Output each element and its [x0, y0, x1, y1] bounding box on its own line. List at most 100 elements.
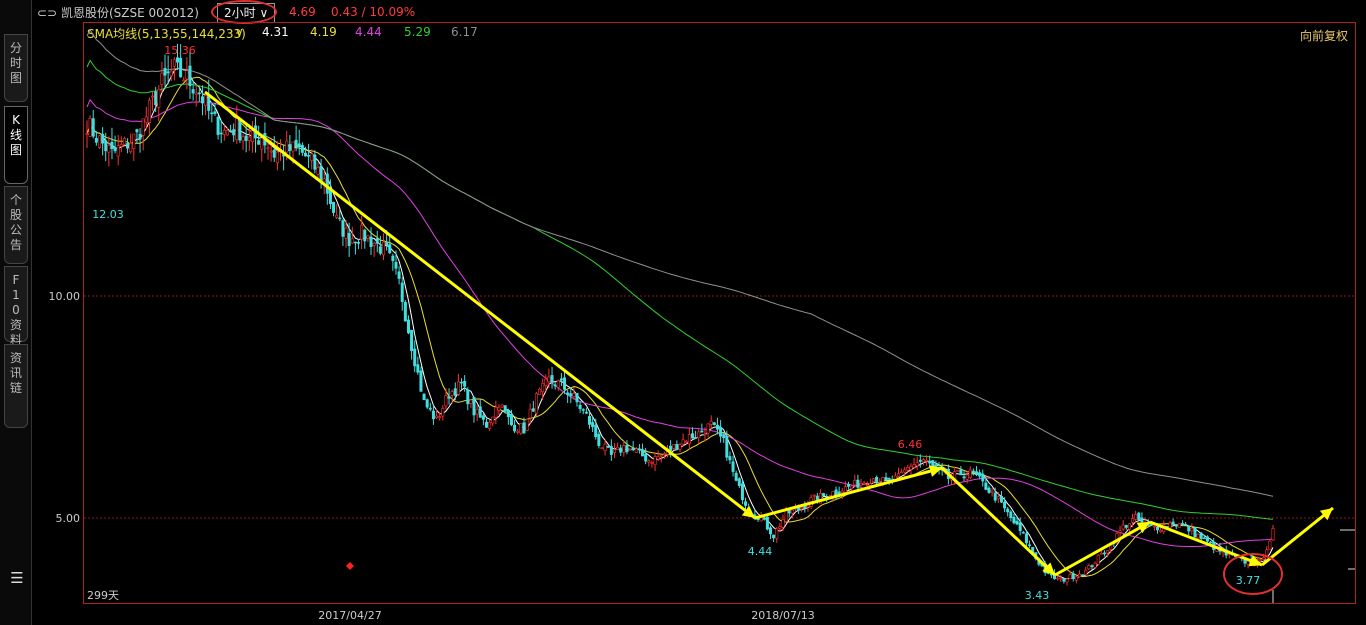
candle-body	[191, 89, 195, 94]
peak-label-2: 6.46	[898, 438, 923, 451]
candle-body	[837, 491, 841, 495]
candle-body	[1199, 532, 1203, 539]
candle-body	[722, 434, 726, 439]
candle-body	[575, 392, 579, 403]
candle-body	[662, 453, 666, 455]
candle-body	[332, 202, 336, 213]
candle-body	[616, 446, 620, 450]
sma-line-233	[86, 28, 1274, 497]
candle-body	[516, 430, 520, 433]
candle-body	[856, 479, 860, 488]
x-tick-label: 2017/04/27	[318, 609, 381, 622]
candle-body	[428, 407, 432, 410]
trend-arrow-line	[940, 466, 1057, 577]
candle-body	[1174, 525, 1178, 527]
candle-body	[210, 112, 214, 115]
candle-body	[1196, 534, 1200, 539]
candle-body	[962, 476, 966, 479]
candle-body	[1093, 562, 1097, 568]
candle-body	[519, 423, 523, 434]
candle-body	[974, 471, 978, 476]
candle-body	[144, 116, 148, 123]
candle-body	[135, 129, 139, 133]
candle-body	[1131, 518, 1135, 523]
candle-body	[363, 229, 367, 242]
candle-body	[122, 138, 126, 145]
candle-body	[778, 526, 782, 529]
candle-body	[700, 430, 704, 433]
candle-body	[762, 518, 766, 520]
candle-body	[566, 392, 570, 395]
candle-body	[865, 484, 869, 487]
candle-body	[481, 415, 485, 420]
candle-body	[612, 449, 616, 454]
candle-body	[484, 421, 488, 428]
candle-body	[1028, 544, 1032, 547]
candle-body	[88, 117, 92, 137]
candle-body	[438, 416, 442, 418]
low-label-3: 3.77	[1236, 574, 1261, 587]
kline-chart[interactable]: 10.00 5.00 2017/04/27 2018/07/13 15.36 12.03 4…	[0, 0, 1366, 625]
candle-body	[1187, 525, 1191, 532]
candle-body	[204, 95, 208, 106]
candle-body	[653, 456, 657, 466]
candle-body	[862, 482, 866, 485]
candle-body	[431, 410, 435, 420]
candle-body	[503, 405, 507, 412]
trend-arrow-line	[1149, 520, 1263, 567]
days-label: 299天	[87, 589, 119, 602]
candle-body	[553, 384, 557, 387]
candle-body	[847, 484, 851, 487]
candle-body	[413, 348, 417, 367]
candle-body	[987, 487, 991, 493]
candle-body	[1006, 508, 1010, 513]
candle-body	[744, 501, 748, 506]
candle-body	[544, 378, 548, 386]
candle-body	[790, 509, 794, 514]
candle-body	[538, 388, 542, 396]
candle-body	[1024, 533, 1028, 544]
candle-body	[921, 459, 925, 463]
candle-body	[550, 375, 554, 383]
candle-body	[628, 448, 632, 451]
candle-body	[1121, 524, 1125, 530]
candle-body	[488, 422, 492, 429]
candle-body	[272, 149, 276, 158]
candle-body	[1102, 552, 1106, 555]
candle-body	[369, 236, 373, 248]
candle-body	[903, 469, 907, 473]
candle-body	[1168, 522, 1172, 529]
candle-body	[600, 447, 604, 450]
candle-body	[322, 178, 326, 183]
sma-line-55	[86, 98, 1274, 547]
low-label-2: 3.43	[1025, 589, 1050, 602]
candle-body	[400, 282, 404, 302]
candle-body	[138, 133, 142, 140]
candle-body	[188, 65, 192, 86]
candle-body	[772, 534, 776, 539]
candle-body	[157, 88, 161, 108]
candle-body	[681, 439, 685, 445]
candle-body	[999, 496, 1003, 503]
candle-body	[1152, 525, 1156, 528]
candle-body	[822, 493, 826, 497]
candle-body	[956, 469, 960, 472]
candle-body	[887, 478, 891, 480]
candle-body	[104, 140, 108, 152]
candle-body	[238, 120, 242, 141]
candle-body	[229, 130, 233, 133]
candle-body	[769, 527, 773, 535]
candle-body	[572, 393, 576, 397]
candle-body	[450, 391, 454, 396]
candle-body	[469, 399, 473, 404]
candle-body	[119, 144, 123, 147]
candle-body	[460, 381, 464, 384]
candle-body	[422, 393, 426, 401]
candle-body	[1118, 530, 1122, 533]
candle-body	[344, 227, 348, 239]
candle-body	[547, 376, 551, 383]
candle-body	[1071, 573, 1075, 579]
candle-body	[219, 132, 223, 135]
candle-body	[900, 471, 904, 474]
candle-body	[151, 95, 155, 98]
